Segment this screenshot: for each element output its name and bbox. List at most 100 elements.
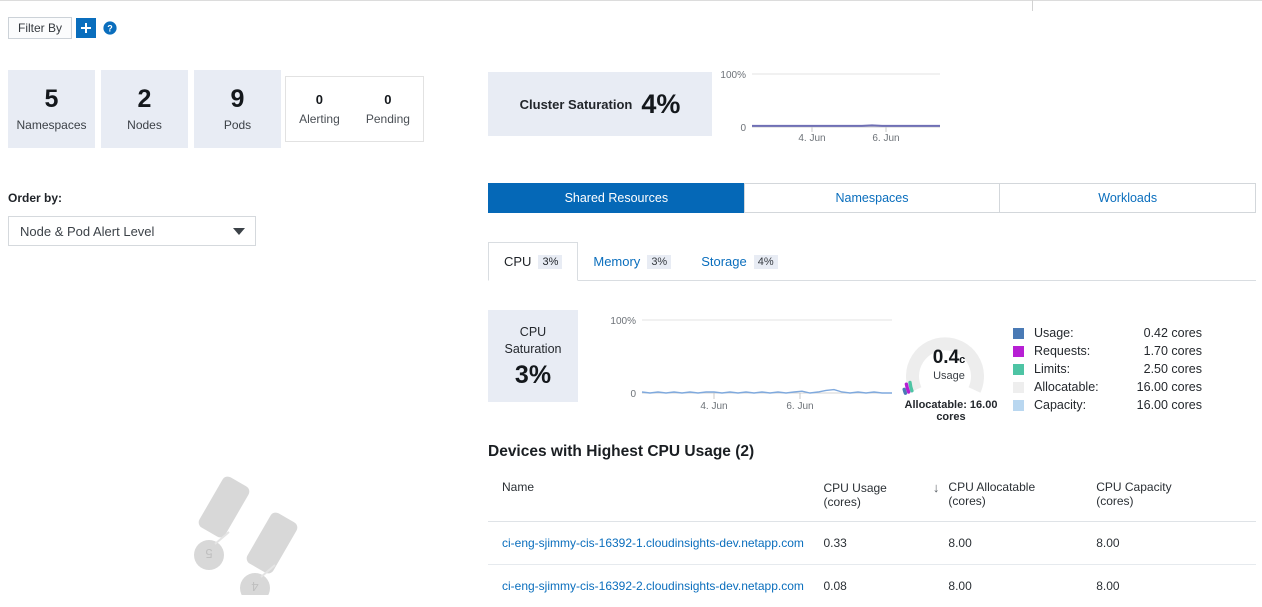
device-link[interactable]: ci-eng-sjimmy-cis-16392-1.cloudinsights-… bbox=[502, 536, 804, 550]
stat-card-nodes[interactable]: 2 Nodes bbox=[101, 70, 188, 148]
top-border bbox=[0, 0, 1262, 1]
legend-label-capacity: Capacity: bbox=[1034, 398, 1126, 412]
tab-namespaces[interactable]: Namespaces bbox=[744, 183, 1001, 213]
legend-swatch-capacity bbox=[1013, 400, 1024, 411]
filter-by-button[interactable]: Filter By bbox=[8, 17, 72, 39]
x-tick-6jun: 6. Jun bbox=[872, 133, 899, 142]
pods-count: 9 bbox=[231, 86, 245, 112]
svg-text:5: 5 bbox=[205, 546, 212, 561]
sub-tab-storage[interactable]: Storage 4% bbox=[686, 242, 792, 281]
namespaces-label: Namespaces bbox=[16, 118, 86, 132]
cpu-saturation-card: CPU Saturation 3% bbox=[488, 310, 578, 402]
cpu-saturation-title-line1: CPU bbox=[520, 324, 546, 341]
filter-bar: Filter By ? bbox=[8, 17, 117, 39]
y-tick-0: 0 bbox=[630, 389, 636, 400]
top-panel-divider bbox=[1032, 0, 1033, 11]
help-circle-icon[interactable]: ? bbox=[103, 21, 117, 35]
tab-workloads[interactable]: Workloads bbox=[999, 183, 1256, 213]
legend-label-allocatable: Allocatable: bbox=[1034, 380, 1126, 394]
resource-tabs: Shared Resources Namespaces Workloads bbox=[488, 183, 1256, 213]
cluster-saturation-card: Cluster Saturation 4% bbox=[488, 72, 712, 136]
legend-item-limits: Limits: 2.50 cores bbox=[1013, 360, 1203, 378]
nodes-label: Nodes bbox=[127, 118, 162, 132]
column-header-cpu-usage[interactable]: CPU Usage↓ (cores) bbox=[824, 476, 949, 522]
tab-namespaces-label: Namespaces bbox=[836, 191, 909, 205]
legend-value-limits: 2.50 cores bbox=[1126, 362, 1202, 376]
tab-workloads-label: Workloads bbox=[1098, 191, 1157, 205]
column-header-cpu-allocatable[interactable]: CPU Allocatable (cores) bbox=[948, 476, 1096, 522]
cluster-saturation-sparkline-chart: 100% 0 4. Jun 6. Jun bbox=[716, 62, 951, 142]
column-header-name[interactable]: Name bbox=[488, 476, 824, 522]
x-tick-4jun: 4. Jun bbox=[798, 133, 825, 142]
sub-tab-memory[interactable]: Memory 3% bbox=[578, 242, 686, 281]
cell-cpu-capacity: 8.00 bbox=[1096, 565, 1256, 607]
cell-cpu-allocatable: 8.00 bbox=[948, 565, 1096, 607]
cpu-saturation-percent: 3% bbox=[515, 363, 551, 388]
stat-card-pods[interactable]: 9 Pods bbox=[194, 70, 281, 148]
legend-item-capacity: Capacity: 16.00 cores bbox=[1013, 396, 1203, 414]
pending-label: Pending bbox=[366, 112, 410, 126]
devices-table-title: Devices with Highest CPU Usage (2) bbox=[488, 443, 754, 461]
legend-swatch-limits bbox=[1013, 364, 1024, 375]
alerting-cell[interactable]: 0 Alerting bbox=[299, 92, 340, 126]
tab-shared-resources-label: Shared Resources bbox=[565, 191, 669, 205]
cell-cpu-usage: 0.08 bbox=[824, 565, 949, 607]
device-link[interactable]: ci-eng-sjimmy-cis-16392-2.cloudinsights-… bbox=[502, 579, 804, 593]
y-tick-100: 100% bbox=[610, 316, 636, 327]
tab-shared-resources[interactable]: Shared Resources bbox=[488, 183, 745, 213]
x-tick-6jun: 6. Jun bbox=[786, 401, 813, 412]
resource-sub-tabs: CPU 3% Memory 3% Storage 4% bbox=[488, 242, 1256, 281]
sub-tab-storage-badge: 4% bbox=[754, 255, 778, 269]
sub-tab-cpu-label: CPU bbox=[504, 254, 531, 269]
svg-text:?: ? bbox=[107, 23, 113, 33]
sort-desc-arrow-icon[interactable]: ↓ bbox=[933, 480, 940, 495]
legend-swatch-allocatable bbox=[1013, 382, 1024, 393]
filter-by-label: Filter By bbox=[18, 18, 62, 38]
cell-cpu-allocatable: 8.00 bbox=[948, 522, 1096, 565]
devices-table: Name CPU Usage↓ (cores) CPU Allocatable … bbox=[488, 476, 1256, 607]
legend-value-usage: 0.42 cores bbox=[1126, 326, 1202, 340]
table-header-row: Name CPU Usage↓ (cores) CPU Allocatable … bbox=[488, 476, 1256, 522]
legend-label-usage: Usage: bbox=[1034, 326, 1126, 340]
sub-tab-cpu-badge: 3% bbox=[538, 255, 562, 269]
gauge-footer-allocatable: Allocatable: 16.00 cores bbox=[891, 399, 1011, 423]
legend-item-usage: Usage: 0.42 cores bbox=[1013, 324, 1203, 342]
pending-cell[interactable]: 0 Pending bbox=[366, 92, 410, 126]
legend-label-limits: Limits: bbox=[1034, 362, 1126, 376]
cpu-usage-gauge-chart: 0.4c Usage Allocatable: 16.00 cores bbox=[893, 314, 1013, 414]
order-by-value: Node & Pod Alert Level bbox=[20, 224, 154, 239]
cpu-saturation-line-chart: 100% 0 4. Jun 6. Jun bbox=[604, 308, 904, 413]
legend-swatch-requests bbox=[1013, 346, 1024, 357]
legend-item-allocatable: Allocatable: 16.00 cores bbox=[1013, 378, 1203, 396]
y-tick-100: 100% bbox=[720, 70, 746, 81]
stat-card-alerts[interactable]: 0 Alerting 0 Pending bbox=[285, 76, 424, 142]
loading-placeholder-graphic: 5 4 bbox=[185, 470, 315, 595]
cluster-saturation-title: Cluster Saturation bbox=[520, 97, 633, 112]
cpu-saturation-title-line2: Saturation bbox=[505, 341, 562, 358]
cluster-saturation-percent: 4% bbox=[641, 91, 680, 118]
sub-tab-memory-label: Memory bbox=[593, 254, 640, 269]
column-header-cpu-capacity[interactable]: CPU Capacity (cores) bbox=[1096, 476, 1256, 522]
namespaces-count: 5 bbox=[45, 86, 59, 112]
order-by-label: Order by: bbox=[8, 191, 62, 205]
legend-item-requests: Requests: 1.70 cores bbox=[1013, 342, 1203, 360]
alerting-label: Alerting bbox=[299, 112, 340, 126]
legend-swatch-usage bbox=[1013, 328, 1024, 339]
table-row: ci-eng-sjimmy-cis-16392-2.cloudinsights-… bbox=[488, 565, 1256, 607]
legend-value-allocatable: 16.00 cores bbox=[1126, 380, 1202, 394]
stat-card-namespaces[interactable]: 5 Namespaces bbox=[8, 70, 95, 148]
nodes-count: 2 bbox=[138, 86, 152, 112]
pods-label: Pods bbox=[224, 118, 251, 132]
pending-count: 0 bbox=[384, 92, 391, 107]
x-tick-4jun: 4. Jun bbox=[700, 401, 727, 412]
y-tick-0: 0 bbox=[740, 123, 746, 134]
cell-cpu-capacity: 8.00 bbox=[1096, 522, 1256, 565]
sub-tab-cpu[interactable]: CPU 3% bbox=[488, 242, 578, 281]
sub-tab-memory-badge: 3% bbox=[647, 255, 671, 269]
legend-label-requests: Requests: bbox=[1034, 344, 1126, 358]
legend-value-requests: 1.70 cores bbox=[1126, 344, 1202, 358]
legend-value-capacity: 16.00 cores bbox=[1126, 398, 1202, 412]
plus-icon[interactable] bbox=[76, 18, 96, 38]
cpu-usage-legend: Usage: 0.42 cores Requests: 1.70 cores L… bbox=[1013, 324, 1203, 414]
order-by-select[interactable]: Node & Pod Alert Level bbox=[8, 216, 256, 246]
